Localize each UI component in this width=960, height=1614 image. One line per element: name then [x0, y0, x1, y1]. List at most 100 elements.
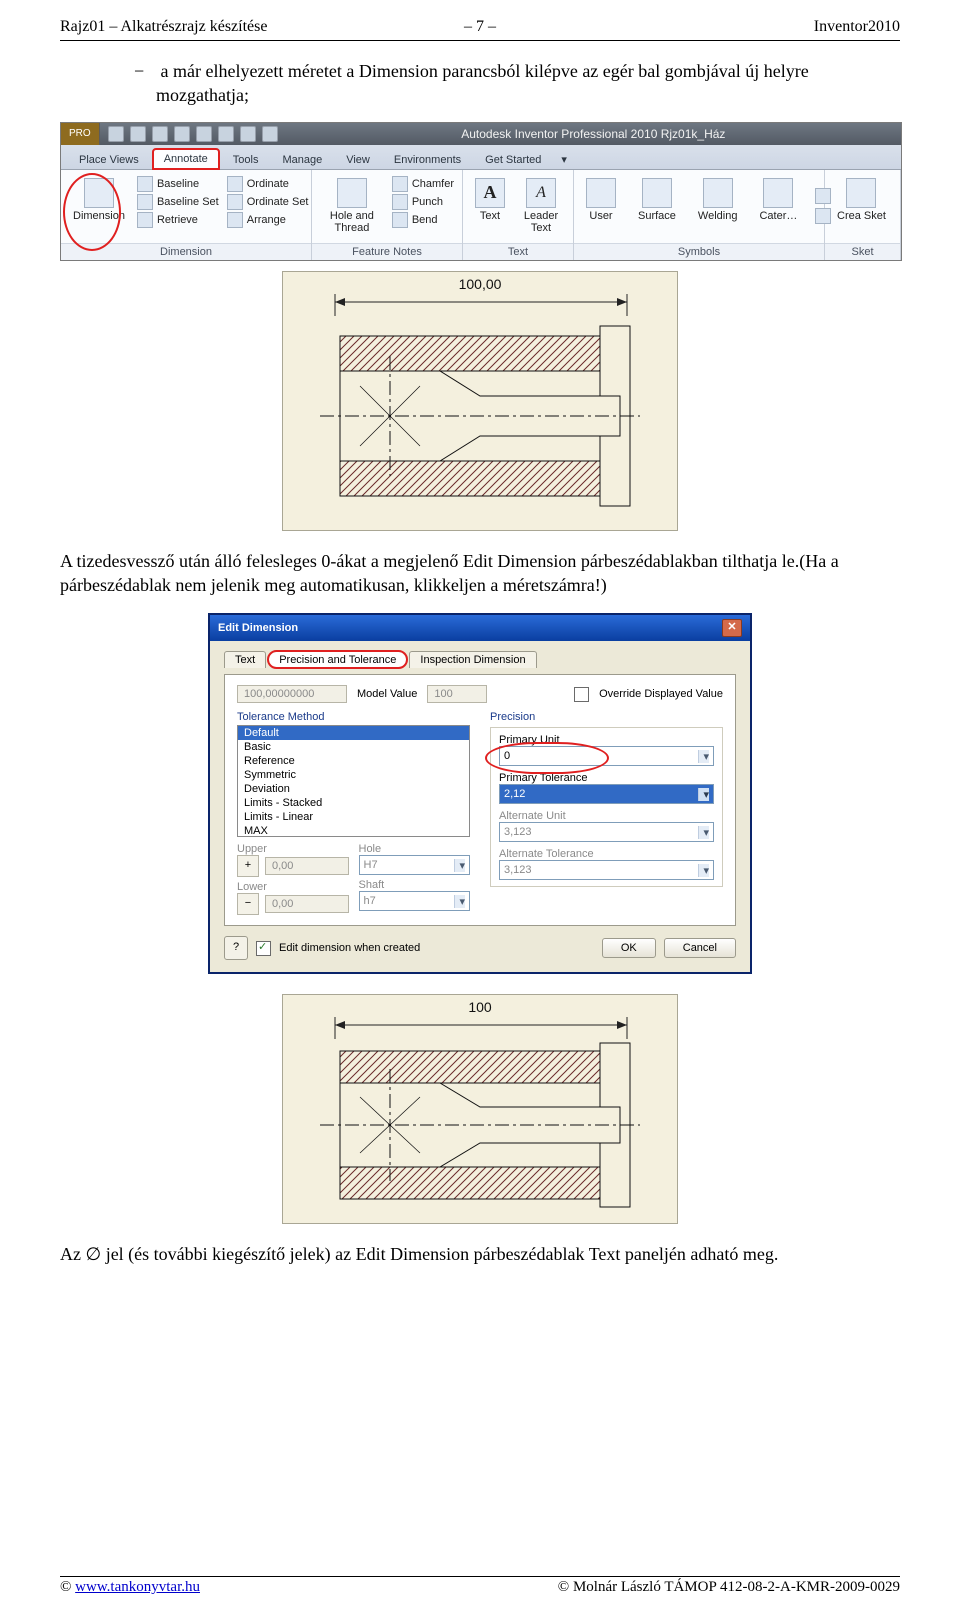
welding-symbol-icon	[703, 178, 733, 208]
tol-method-label: Tolerance Method	[237, 711, 470, 723]
create-sketch-button[interactable]: Crea Sket	[833, 176, 890, 224]
tab-view[interactable]: View	[336, 151, 380, 169]
list-item[interactable]: Limits - Linear	[238, 810, 469, 824]
tab-text[interactable]: Text	[224, 651, 266, 668]
welding-symbol-button[interactable]: Welding	[694, 176, 742, 224]
primary-tol-select[interactable]: 2,12▾	[499, 784, 714, 804]
shaft-label: Shaft	[359, 879, 471, 891]
chamfer-icon	[392, 176, 408, 192]
ribbon: PRO Autodesk Inventor Professional 2010 …	[60, 122, 902, 261]
dash-icon: −	[134, 59, 156, 83]
paragraph-1: A tizedesvessző után álló felesleges 0-á…	[60, 535, 900, 604]
dim-value-1: 100,00	[459, 276, 502, 292]
list-item[interactable]: Basic	[238, 740, 469, 754]
leader-text-button[interactable]: ALeader Text	[517, 176, 565, 236]
punch-icon	[392, 194, 408, 210]
help-icon[interactable]: ?	[224, 936, 248, 960]
ok-button[interactable]: OK	[602, 938, 656, 958]
annotation-oval-icon	[485, 742, 609, 774]
qat-icon[interactable]	[108, 126, 124, 142]
chevron-down-icon: ▾	[698, 826, 709, 839]
list-item[interactable]: Limits - Stacked	[238, 796, 469, 810]
qat-icon[interactable]	[152, 126, 168, 142]
baseline-set-button[interactable]: Baseline Set	[137, 194, 219, 210]
arrange-icon	[227, 212, 243, 228]
list-item[interactable]: MAX	[238, 824, 469, 837]
cater-symbol-icon	[763, 178, 793, 208]
list-item[interactable]: Symmetric	[238, 768, 469, 782]
cater-symbol-button[interactable]: Cater…	[755, 176, 801, 224]
text-button[interactable]: AText	[471, 176, 509, 224]
baseline-icon	[137, 176, 153, 192]
alt-unit-label: Alternate Unit	[499, 810, 714, 822]
footer-right: © Molnár László TÁMOP 412-08-2-A-KMR-200…	[558, 1579, 900, 1596]
list-item[interactable]: Deviation	[238, 782, 469, 796]
shaft-select[interactable]: h7▾	[359, 891, 471, 911]
hole-thread-button[interactable]: Hole and Thread	[320, 176, 384, 236]
tab-manage[interactable]: Manage	[272, 151, 332, 169]
user-symbol-icon	[586, 178, 616, 208]
tab-annotate[interactable]: Annotate	[153, 149, 219, 169]
panel-label-text: Text	[463, 243, 573, 260]
footer-left: © www.tankonyvtar.hu	[60, 1579, 200, 1596]
override-checkbox[interactable]	[574, 687, 589, 702]
chevron-down-icon: ▾	[454, 895, 465, 908]
qat-icon[interactable]	[196, 126, 212, 142]
punch-button[interactable]: Punch	[392, 194, 454, 210]
alt-unit-select: 3,123▾	[499, 822, 714, 842]
bullet-item: − a már elhelyezett méretet a Dimension …	[60, 59, 900, 122]
list-item[interactable]: Reference	[238, 754, 469, 768]
part-icon	[310, 1039, 650, 1215]
footer-link[interactable]: www.tankonyvtar.hu	[75, 1579, 200, 1595]
arrange-button[interactable]: Arrange	[227, 212, 309, 228]
retrieve-button[interactable]: Retrieve	[137, 212, 219, 228]
tab-overflow-icon[interactable]: ▾	[555, 150, 573, 169]
user-symbol-button[interactable]: User	[582, 176, 620, 224]
tab-place-views[interactable]: Place Views	[69, 151, 149, 169]
panel-label-feature: Feature Notes	[312, 243, 462, 260]
model-value-label: Model Value	[357, 688, 417, 700]
tab-precision-tolerance[interactable]: Precision and Tolerance	[268, 651, 407, 668]
close-icon[interactable]: ✕	[722, 619, 742, 637]
titlebar: PRO Autodesk Inventor Professional 2010 …	[61, 123, 901, 145]
chevron-down-icon: ▾	[698, 864, 709, 877]
ordinate-button[interactable]: Ordinate	[227, 176, 309, 192]
header-page: – 7 –	[464, 18, 496, 36]
qat-icon[interactable]	[130, 126, 146, 142]
edit-when-created-checkbox[interactable]: ✓	[256, 941, 271, 956]
precision-label: Precision	[490, 711, 723, 723]
model-value-field: 100,00000000	[237, 685, 347, 703]
qat-icon[interactable]	[262, 126, 278, 142]
plus-icon[interactable]: +	[237, 855, 259, 877]
tab-get-started[interactable]: Get Started	[475, 151, 551, 169]
surface-symbol-button[interactable]: Surface	[634, 176, 680, 224]
cancel-button[interactable]: Cancel	[664, 938, 736, 958]
chevron-down-icon: ▾	[454, 859, 465, 872]
tolerance-method-list[interactable]: Default Basic Reference Symmetric Deviat…	[237, 725, 470, 837]
bend-button[interactable]: Bend	[392, 212, 454, 228]
hole-select[interactable]: H7▾	[359, 855, 471, 875]
window-title: Autodesk Inventor Professional 2010 Rjz0…	[286, 127, 901, 141]
retrieve-icon	[137, 212, 153, 228]
list-item[interactable]: Default	[238, 726, 469, 740]
chamfer-button[interactable]: Chamfer	[392, 176, 454, 192]
bend-icon	[392, 212, 408, 228]
ordinate-set-button[interactable]: Ordinate Set	[227, 194, 309, 210]
technical-drawing-1: 100,00	[282, 271, 678, 531]
ribbon-panels: Dimension Baseline Baseline Set Retrieve…	[61, 170, 901, 260]
dialog-title: Edit Dimension	[218, 622, 298, 634]
qat-icon[interactable]	[240, 126, 256, 142]
qat-icon[interactable]	[174, 126, 190, 142]
nominal-field: 100	[427, 685, 487, 703]
panel-label-sketch: Sket	[825, 243, 900, 260]
tab-inspection[interactable]: Inspection Dimension	[409, 651, 536, 668]
minus-icon[interactable]: −	[237, 893, 259, 915]
tab-environments[interactable]: Environments	[384, 151, 471, 169]
annotation-circle-icon	[63, 173, 121, 251]
qat-icon[interactable]	[218, 126, 234, 142]
tab-tools[interactable]: Tools	[223, 151, 269, 169]
dim-value-2: 100	[468, 999, 491, 1015]
edit-when-created-label: Edit dimension when created	[279, 942, 420, 954]
diameter-icon: ∅	[86, 1244, 102, 1264]
baseline-button[interactable]: Baseline	[137, 176, 219, 192]
